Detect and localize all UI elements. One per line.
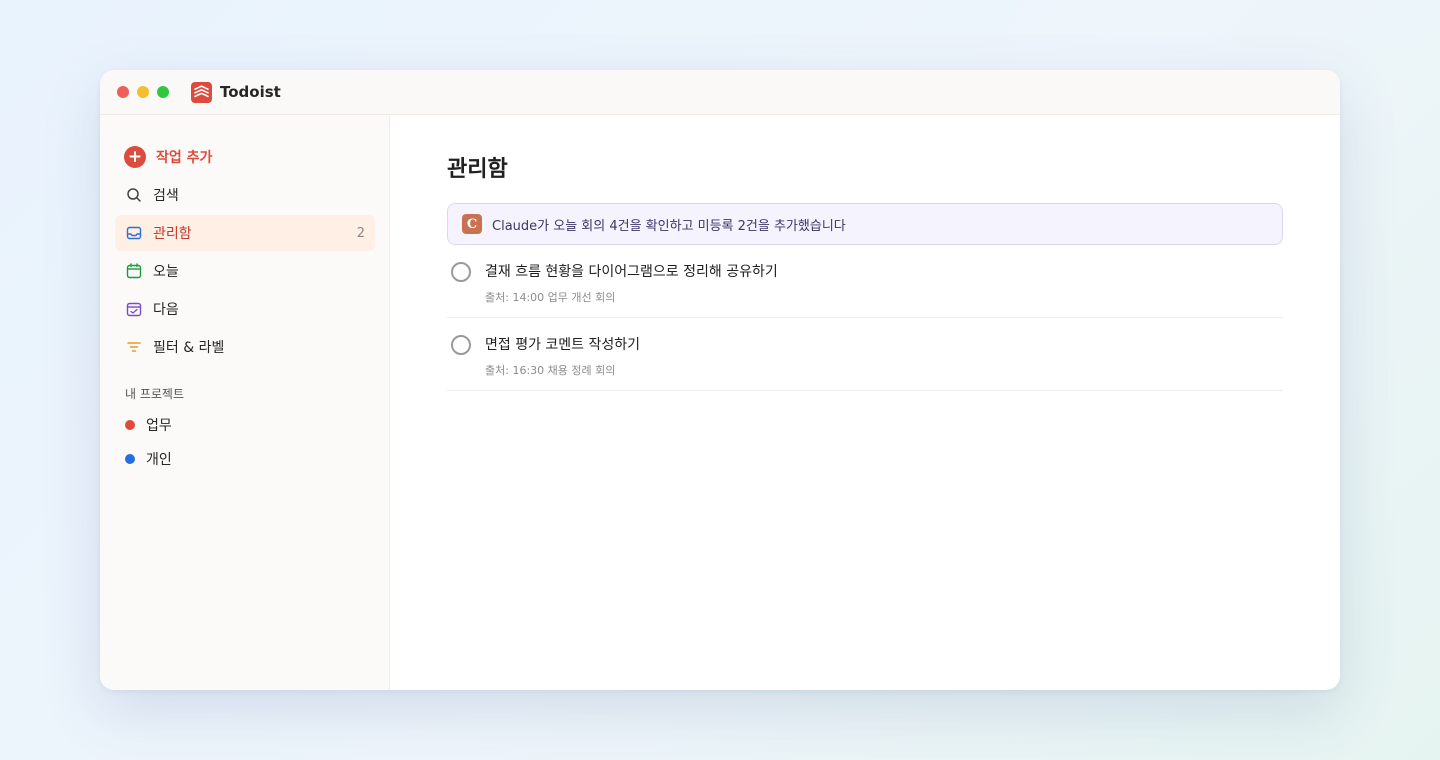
calendar-today-icon: [125, 262, 143, 280]
claude-summary-banner: C Claude가 오늘 회의 4건을 확인하고 미등록 2건을 추가했습니다: [447, 203, 1283, 245]
sidebar-item-label: 필터 & 라벨: [153, 340, 225, 356]
task-complete-checkbox[interactable]: [451, 262, 471, 282]
sidebar-item-upcoming[interactable]: 다음: [115, 291, 375, 327]
project-color-dot: [125, 420, 135, 430]
close-window-button[interactable]: [117, 86, 129, 98]
main-content: 관리함 C Claude가 오늘 회의 4건을 확인하고 미등록 2건을 추가했…: [390, 115, 1340, 690]
task-title[interactable]: 결재 흐름 현황을 다이어그램으로 정리해 공유하기: [485, 262, 778, 282]
task-title[interactable]: 면접 평가 코멘트 작성하기: [485, 335, 640, 355]
sidebar: + 작업 추가 검색 관리함 2 오늘 다음 필터 & 라벨 내 프로젝트 업무…: [100, 115, 390, 690]
sidebar-item-filters-labels[interactable]: 필터 & 라벨: [115, 329, 375, 365]
sidebar-item-label: 다음: [153, 302, 179, 318]
projects-heading: 내 프로젝트: [125, 387, 185, 401]
task-complete-checkbox[interactable]: [451, 335, 471, 355]
add-task-label: 작업 추가: [156, 150, 213, 166]
sidebar-item-search[interactable]: 검색: [115, 177, 375, 213]
page-title: 관리함: [447, 157, 508, 182]
task-source: 출처: 14:00 업무 개선 회의: [485, 291, 616, 304]
title-bar: Todoist: [100, 70, 1340, 115]
search-icon: [125, 186, 143, 204]
task-source: 출처: 16:30 채용 정례 회의: [485, 364, 616, 377]
app-title: Todoist: [220, 83, 281, 101]
calendar-upcoming-icon: [125, 300, 143, 318]
maximize-window-button[interactable]: [157, 86, 169, 98]
sidebar-item-today[interactable]: 오늘: [115, 253, 375, 289]
sidebar-item-label: 관리함: [153, 226, 192, 242]
task-row[interactable]: 면접 평가 코멘트 작성하기 출처: 16:30 채용 정례 회의: [447, 318, 1283, 391]
banner-text: Claude가 오늘 회의 4건을 확인하고 미등록 2건을 추가했습니다: [492, 218, 846, 234]
inbox-count-badge: 2: [356, 225, 365, 241]
claude-logo-icon: C: [462, 214, 482, 234]
project-item-work[interactable]: 업무: [115, 408, 375, 442]
todoist-logo-icon: [191, 81, 212, 103]
project-label: 개인: [146, 452, 172, 468]
sidebar-item-label: 오늘: [153, 264, 179, 280]
add-task-button[interactable]: + 작업 추가: [115, 139, 375, 175]
inbox-icon: [125, 224, 143, 242]
project-label: 업무: [146, 418, 172, 434]
minimize-window-button[interactable]: [137, 86, 149, 98]
sidebar-item-label: 검색: [153, 188, 179, 204]
plus-icon: +: [124, 146, 146, 168]
project-color-dot: [125, 454, 135, 464]
app-window: Todoist + 작업 추가 검색 관리함 2 오늘 다음 필터 & 라벨 내…: [100, 70, 1340, 690]
project-item-personal[interactable]: 개인: [115, 442, 375, 476]
filter-icon: [125, 338, 143, 356]
task-row[interactable]: 결재 흐름 현황을 다이어그램으로 정리해 공유하기 출처: 14:00 업무 …: [447, 245, 1283, 318]
sidebar-item-inbox[interactable]: 관리함 2: [115, 215, 375, 251]
